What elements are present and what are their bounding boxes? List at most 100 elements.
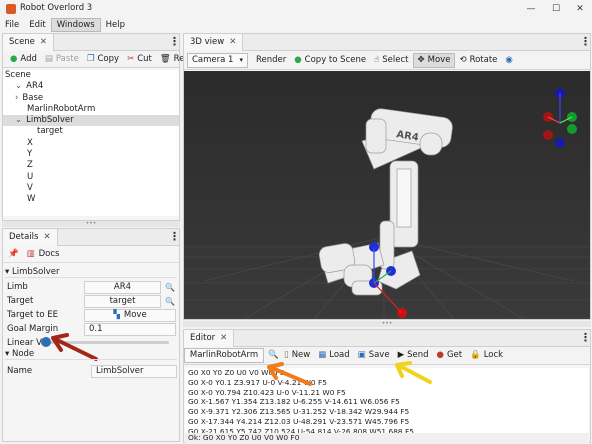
limbsolver-section-header[interactable]: ▾ LimbSolver xyxy=(5,267,177,278)
gcode-editor[interactable]: G0 X0 Y0 Z0 U0 V0 W0 F5 G0 X-0 Y0.1 Z3.9… xyxy=(185,368,589,436)
3d-viewport[interactable]: AR4 xyxy=(184,71,590,319)
tree-item-ar4[interactable]: ⌄ AR4 xyxy=(3,81,179,92)
close-button[interactable]: ✕ xyxy=(573,2,587,16)
tree-item-z[interactable]: Z xyxy=(3,160,179,171)
annotation-arrow-yellow xyxy=(395,361,432,384)
chevron-down-icon[interactable]: ⌄ xyxy=(15,81,22,91)
menu-bar: File Edit Windows Help xyxy=(0,18,592,32)
search-icon[interactable]: 🔍 xyxy=(163,295,177,308)
tree-item-y[interactable]: Y xyxy=(3,149,179,160)
close-icon[interactable]: ✕ xyxy=(229,37,236,47)
minimize-button[interactable]: — xyxy=(524,2,538,16)
status-line: Ok: G0 X0 Y0 Z0 U0 V0 W0 F0 xyxy=(185,433,589,443)
menu-windows[interactable]: Windows xyxy=(50,18,101,32)
chevron-down-icon: ▾ xyxy=(239,55,243,64)
menu-edit[interactable]: Edit xyxy=(24,18,50,32)
lock-button[interactable]: 🔒 Lock xyxy=(466,348,507,363)
copy-button[interactable]: ❐ Copy xyxy=(83,52,123,67)
render-button[interactable]: Render xyxy=(252,53,290,68)
add-circle-icon: ● xyxy=(294,54,302,65)
node-section-header[interactable]: ▾ Node xyxy=(5,349,177,360)
title-bar: Robot Overlord 3 — ☐ ✕ xyxy=(0,0,592,18)
menu-help[interactable]: Help xyxy=(101,18,130,32)
hand-pointer-icon: ☝ xyxy=(374,54,380,65)
name-field[interactable]: LimbSolver xyxy=(91,365,177,378)
tree-item-limbsolver[interactable]: ⌄ LimbSolver xyxy=(3,115,179,127)
save-button[interactable]: ▣ Save xyxy=(354,348,394,363)
move-icon: ▚ xyxy=(113,310,120,320)
more-options-icon[interactable]: ⋮ xyxy=(169,36,180,48)
move-tool-button[interactable]: ✥ Move xyxy=(412,52,456,68)
paste-button[interactable]: ▤ Paste xyxy=(41,52,83,67)
limbsolver-section-label: LimbSolver xyxy=(11,267,60,277)
add-icon: ● xyxy=(10,53,18,64)
copy-to-scene-label: Copy to Scene xyxy=(304,54,367,65)
get-button[interactable]: ● Get xyxy=(433,348,467,363)
add-label: Add xyxy=(20,53,37,64)
close-icon[interactable]: ✕ xyxy=(220,333,227,343)
tree-item-base[interactable]: › Base xyxy=(3,93,179,104)
record-icon: ● xyxy=(436,350,444,360)
more-options-icon[interactable]: ⋮ xyxy=(580,36,591,48)
tab-3d-view[interactable]: 3D view ✕ xyxy=(184,34,244,51)
tree-item-u[interactable]: U xyxy=(3,172,179,183)
tree-item-marlinrobotarm[interactable]: MarlinRobotArm xyxy=(3,104,179,115)
scene-panel: Scene✕ ⋮ ●Add ▤Paste ❐Copy ✂Cut 🗑Remove … xyxy=(2,33,208,221)
rotate-icon: ⟲ xyxy=(459,54,467,65)
cut-button[interactable]: ✂ Cut xyxy=(123,52,156,67)
rotate-label: Rotate xyxy=(469,54,498,65)
robot-field[interactable]: MarlinRobotArm xyxy=(184,348,264,363)
globe-button[interactable]: ◉ xyxy=(501,53,516,68)
chevron-down-icon[interactable]: ⌄ xyxy=(15,115,22,125)
docs-button[interactable]: Docs xyxy=(39,249,60,259)
annotation-arrow-orange xyxy=(267,362,312,386)
tree-item-v[interactable]: V xyxy=(3,183,179,194)
close-icon[interactable]: ✕ xyxy=(43,232,50,242)
target-field[interactable]: target xyxy=(84,295,161,308)
more-options-icon[interactable]: ⋮ xyxy=(169,231,180,243)
docs-icon: ▥ xyxy=(26,249,35,259)
gcode-line: G0 X-9.371 Y2.306 Z13.565 U-31.252 V-18.… xyxy=(188,407,410,417)
add-button[interactable]: ● Add xyxy=(6,52,41,67)
tree-item-target[interactable]: target xyxy=(3,126,179,137)
limb-label: Limb xyxy=(7,282,28,292)
tree-item-x[interactable]: X xyxy=(3,138,179,149)
tab-editor-label: Editor xyxy=(190,333,216,343)
paste-label: Paste xyxy=(55,53,79,64)
search-icon[interactable]: 🔍 xyxy=(163,281,177,294)
copy-to-scene-button[interactable]: ● Copy to Scene xyxy=(290,53,370,68)
node-section-label: Node xyxy=(11,349,35,359)
caret-down-icon: ▾ xyxy=(5,267,12,277)
load-label: Load xyxy=(329,350,350,360)
load-button[interactable]: ▦ Load xyxy=(314,348,353,363)
select-tool-button[interactable]: ☝ Select xyxy=(370,53,412,68)
rotate-tool-button[interactable]: ⟲ Rotate xyxy=(455,53,501,68)
close-icon[interactable]: ✕ xyxy=(40,37,47,47)
menu-file[interactable]: File xyxy=(0,18,24,32)
tree-item-scene[interactable]: Scene xyxy=(3,70,179,81)
maximize-button[interactable]: ☐ xyxy=(549,2,563,16)
vertical-splitter[interactable]: ••• xyxy=(183,321,591,327)
tab-scene-label: Scene xyxy=(9,37,35,47)
camera-select[interactable]: Camera 1 ▾ xyxy=(187,52,248,68)
pin-icon[interactable]: 📌 xyxy=(8,249,19,259)
lock-label: Lock xyxy=(483,350,504,360)
tree-item-w[interactable]: W xyxy=(3,194,179,205)
target-to-ee-label: Target to EE xyxy=(7,310,58,320)
trash-icon: 🗑 xyxy=(159,53,171,64)
cut-label: Cut xyxy=(137,53,152,64)
scene-tree: Scene ⌄ AR4 › Base MarlinRobotArm ⌄ LimbSol… xyxy=(3,70,179,216)
limb-field[interactable]: AR4 xyxy=(84,281,161,294)
tab-details[interactable]: Details ✕ xyxy=(3,229,58,246)
robot-scene[interactable]: AR4 xyxy=(184,71,590,319)
horizontal-splitter[interactable]: ••• xyxy=(2,221,180,227)
save-label: Save xyxy=(368,350,390,360)
tab-scene[interactable]: Scene ✕ xyxy=(3,34,55,51)
chevron-right-icon[interactable]: › xyxy=(15,93,18,103)
target-label: Target xyxy=(7,296,34,306)
more-options-icon[interactable]: ⋮ xyxy=(580,332,591,344)
move-button[interactable]: ▚ Move xyxy=(84,309,176,322)
tab-editor[interactable]: Editor ✕ xyxy=(184,330,235,347)
gcode-line: G0 X-0 Y0.1 Z3.917 U-0 V-4.21 W0 F5 xyxy=(188,377,327,387)
paste-icon: ▤ xyxy=(44,53,53,64)
